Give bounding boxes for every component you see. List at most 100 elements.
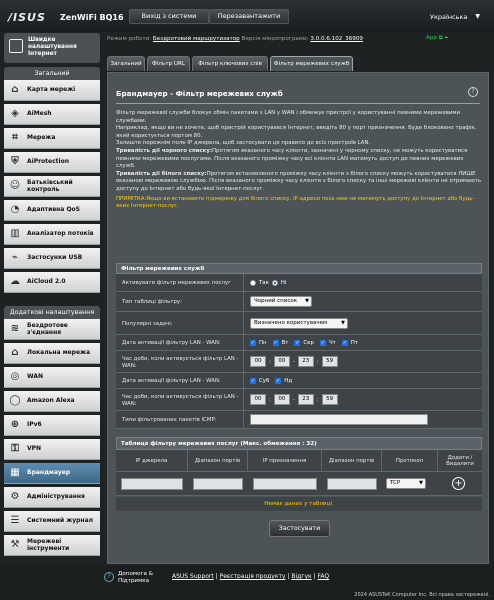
popular-select[interactable]: Визначено користувачем ▼ [250, 317, 348, 329]
enable-yes-label: Так [259, 279, 269, 286]
dest-ip-input[interactable] [253, 478, 317, 490]
time2-start-minute[interactable]: 00 [273, 394, 290, 405]
aimesh-icon: ◈ [11, 108, 19, 119]
sidebar-item-administration[interactable]: ⚙ Адміністрування [4, 487, 100, 508]
apply-button[interactable]: Застосувати [269, 520, 330, 537]
cloud-icon: ☁ [10, 276, 20, 287]
sidebar-item-alexa[interactable]: ◯ Amazon Alexa [4, 391, 100, 412]
tab-keyword-filter[interactable]: Фільтр ключових слів [192, 56, 268, 71]
icmp-input[interactable] [250, 414, 428, 425]
tab-network-services-filter[interactable]: Фільтр мережевих служб [270, 56, 353, 71]
time2-start-hour[interactable]: 00 [250, 394, 266, 405]
sidebar-item-label: Бездротове з'єднання [27, 322, 68, 336]
help-icon[interactable]: ? [468, 87, 478, 97]
shield-icon: ⛨ [11, 156, 19, 167]
day-checkbox[interactable]: ✓ [272, 339, 279, 346]
chevron-down-icon: ▼ [419, 480, 423, 486]
sidebar-item-label: Брандмауер [27, 469, 71, 477]
reboot-button[interactable]: Перезавантажити [209, 9, 289, 24]
table-type-select[interactable]: Чорний список ▼ [250, 296, 312, 307]
source-ip-input[interactable] [121, 478, 183, 490]
logout-button[interactable]: Вихід з системи [129, 9, 209, 24]
time2-end-hour[interactable]: 23 [297, 394, 314, 405]
link-status-icon[interactable]: ⧉ [439, 35, 443, 41]
sidebar-item-network[interactable]: ⌗ Мережа [4, 128, 100, 149]
sidebar-item-usb[interactable]: ⌁ Застосунки USB [4, 248, 100, 269]
day-label: Пт [350, 339, 358, 346]
time1-start-minute[interactable]: 00 [273, 356, 290, 367]
description: Фільтр мережевої служби блокує обмін пак… [116, 110, 482, 211]
blacklist-label: Тривалість дії чорного списку: [116, 147, 212, 154]
chevron-down-icon: ▼ [341, 319, 345, 326]
day-checkbox[interactable]: ✓ [319, 339, 326, 346]
usb-status-icon[interactable]: ⌁ [445, 35, 448, 41]
status-icons: App ⧉ ⌁ [426, 35, 486, 45]
sidebar-item-lan[interactable]: ⌂ Локальна мережа [4, 343, 100, 364]
feedback-link[interactable]: Відгук [291, 573, 311, 580]
time1-row: Час доби, коли активується фільтр LAN - … [116, 351, 482, 373]
network-icon: ⌗ [12, 132, 18, 143]
protocol-select[interactable]: TCP ▼ [386, 478, 426, 489]
faq-link[interactable]: FAQ [317, 573, 329, 580]
time1-end-hour[interactable]: 23 [297, 356, 314, 367]
system-log-icon: ☰ [10, 515, 20, 526]
enable-yes-radio[interactable] [250, 279, 256, 286]
sidebar-item-aimesh[interactable]: ◈ AiMesh [4, 104, 100, 125]
wireless-icon: ≋ [10, 323, 20, 334]
network-map-icon: ⌂ [11, 84, 19, 95]
day-checkbox[interactable]: ✓ [250, 377, 256, 384]
sidebar-item-network-map[interactable]: ⌂ Карта мережі [4, 80, 100, 101]
quick-setup-button[interactable]: Швидке налаштування Інтернет [4, 33, 100, 63]
time2-end-minute[interactable]: 59 [321, 394, 338, 405]
day-checkbox[interactable]: ✓ [275, 377, 282, 384]
col-add-delete: Додати / Видалити [446, 454, 474, 468]
day-label: Суб [259, 377, 270, 384]
sidebar-item-system-log[interactable]: ☰ Системний журнал [4, 511, 100, 532]
popular-label: Популярні задачі: [116, 312, 244, 334]
firewall-icon: ▦ [10, 467, 20, 478]
day-checkbox[interactable]: ✓ [341, 339, 348, 346]
col-protocol: Протокол [382, 450, 438, 472]
day-checkbox[interactable]: ✓ [250, 339, 256, 346]
sidebar-item-qos[interactable]: ◔ Адаптивна QoS [4, 200, 100, 221]
sidebar-item-wireless[interactable]: ≋ Бездротове з'єднання [4, 319, 100, 340]
vpn-icon: ⚿ [11, 443, 19, 454]
help-support-link[interactable]: Допомога & Підтримка [118, 571, 164, 584]
day-label: Сер [303, 339, 314, 346]
add-rule-icon[interactable]: + [452, 477, 465, 490]
firmware-value-link[interactable]: 3.0.0.6.102_36909 [310, 36, 363, 42]
sidebar-item-vpn[interactable]: ⚿ VPN [4, 439, 100, 460]
sidebar-item-cloud[interactable]: ☁ AiCloud 2.0 [4, 272, 100, 293]
sidebar-item-firewall[interactable]: ▦ Брандмауер [4, 463, 100, 484]
traffic-analyzer-icon: ▥ [10, 228, 20, 239]
quick-setup-label: Швидке налаштування Інтернет [28, 37, 77, 57]
table-type-label: Тип таблиці фільтру: [116, 292, 244, 311]
sidebar-item-wan[interactable]: ◎ WAN [4, 367, 100, 388]
alexa-icon: ◯ [9, 395, 21, 406]
product-registration-link[interactable]: Реєстрація продукту [220, 573, 286, 580]
sidebar-item-traffic-analyzer[interactable]: ▥ Аналізатор потоків [4, 224, 100, 245]
time2-label: Час доби, коли активується фільтр LAN - … [116, 389, 244, 410]
language-select[interactable]: Українська ▼ [388, 10, 486, 24]
app-label[interactable]: App [426, 35, 437, 41]
day-checkbox[interactable]: ✓ [294, 339, 301, 346]
sidebar-item-parental-control[interactable]: ☺ Батьківський контроль [4, 176, 100, 197]
ipv6-icon: ⊕ [10, 419, 20, 430]
tab-general[interactable]: Загальний [107, 56, 145, 71]
tab-url-filter[interactable]: Фільтр URL [147, 56, 190, 71]
date1-label: Дата активації фільтру LAN - WAN: [116, 335, 244, 350]
sidebar-item-label: Системний журнал [27, 517, 94, 525]
parental-control-icon: ☺ [9, 180, 21, 191]
source-ports-input[interactable] [193, 478, 243, 490]
dest-ports-input[interactable] [327, 478, 377, 490]
mode-label: Режим роботи: [107, 36, 152, 42]
sidebar-item-network-tools[interactable]: ⚒ Мережеві інструменти [4, 535, 100, 556]
sidebar-item-shield[interactable]: ⛨ AiProtection [4, 152, 100, 173]
empty-table-message: Немає даних у таблиці. [116, 497, 482, 511]
time1-start-hour[interactable]: 00 [250, 356, 266, 367]
sidebar-item-ipv6[interactable]: ⊕ IPv6 [4, 415, 100, 436]
asus-support-link[interactable]: ASUS Support [172, 573, 214, 580]
mode-value-link[interactable]: Бездротовий маршрутизатор [153, 36, 240, 42]
enable-no-radio[interactable] [271, 279, 278, 286]
time1-end-minute[interactable]: 59 [321, 356, 338, 367]
